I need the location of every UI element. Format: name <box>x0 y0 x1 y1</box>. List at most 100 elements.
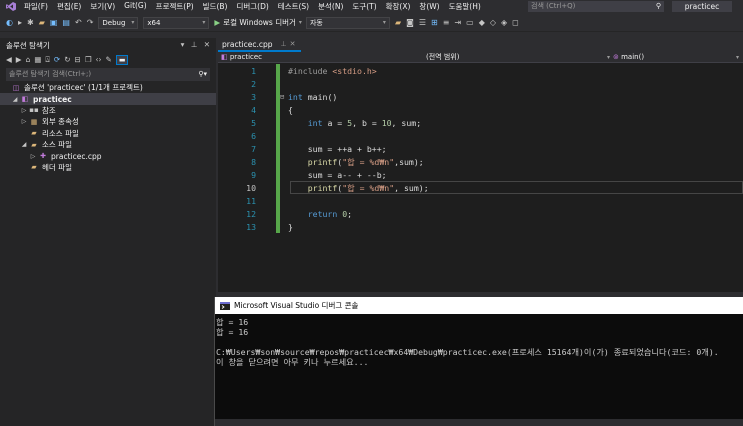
new-item-icon[interactable]: ✱ <box>27 18 34 27</box>
expand-caret-icon[interactable]: ◢ <box>11 96 19 103</box>
folder-icon: ▰ <box>31 129 37 138</box>
tree-item[interactable]: ▰ 리소스 파일 <box>0 128 216 139</box>
solution-explorer-search-input[interactable]: 솔루션 탐색기 검색(Ctrl+;) ⚲▾ <box>6 68 210 81</box>
menu-item-12[interactable]: 도움말(H) <box>449 1 481 12</box>
search-input[interactable]: 검색 (Ctrl+Q) ⚲ <box>528 1 664 12</box>
properties-icon[interactable]: ✎ <box>106 55 112 64</box>
list-icon[interactable]: ☰ <box>419 18 426 27</box>
tree-item[interactable]: ◢ ◧ practicec <box>0 93 216 105</box>
code-line[interactable]: 10 printf("합 = %d₩n", sum); <box>218 181 743 194</box>
tree-item[interactable]: ◢ ▰ 소스 파일 <box>0 139 216 150</box>
code-line[interactable]: 3 ⊟ int main() <box>218 90 743 103</box>
prev-bookmark-icon[interactable]: ◈ <box>501 18 507 27</box>
refresh-icon[interactable]: ↻ <box>64 55 70 64</box>
auto-select[interactable]: 자동 ▾ <box>305 16 390 29</box>
code-line[interactable]: 11 <box>218 194 743 207</box>
pin-icon[interactable]: ⊥ <box>280 40 286 48</box>
code-view-icon[interactable]: ‹› <box>96 55 102 64</box>
switch-views-icon[interactable]: ▦ <box>34 55 41 64</box>
console-bottom-bar <box>215 419 743 426</box>
code-line[interactable]: 8 printf("합 = %d₩n",sum); <box>218 155 743 168</box>
open-folder-icon[interactable]: ▰ <box>39 18 45 27</box>
code-line[interactable]: 13} <box>218 220 743 233</box>
close-icon[interactable]: ✕ <box>290 40 296 48</box>
code-line[interactable]: 4{ <box>218 103 743 116</box>
menu-item-10[interactable]: 확장(X) <box>386 1 411 12</box>
undo-icon[interactable]: ↶ <box>75 18 82 27</box>
tree-item[interactable]: ◫ 솔루션 'practicec' (1/1개 프로젝트) <box>0 82 216 93</box>
preview-selected-icon[interactable]: ▬ <box>115 54 129 65</box>
console-line: 합 = 16 <box>216 327 249 337</box>
menu-item-4[interactable]: 프로젝트(P) <box>156 1 194 12</box>
nav-function-dropdown[interactable]: ⊚ main() ▾ <box>613 52 741 63</box>
clear-bookmark-icon[interactable]: ◻ <box>512 18 519 27</box>
menu-item-7[interactable]: 테스트(S) <box>278 1 309 12</box>
tree-item-label: 소스 파일 <box>42 140 72 150</box>
nav-scope-label: (전역 범위) <box>426 53 460 61</box>
code-line[interactable]: 5 int a = 5, b = 10, sum; <box>218 116 743 129</box>
menu-item-11[interactable]: 창(W) <box>419 1 439 12</box>
collapse-icon[interactable]: ⊟ <box>280 93 288 101</box>
filter-icon[interactable]: ⍍ <box>45 55 50 65</box>
code-line[interactable]: 1 #include <stdio.h> <box>218 64 743 77</box>
expand-caret-icon[interactable]: ▷ <box>29 153 37 160</box>
save-icon[interactable]: ▣ <box>50 18 58 27</box>
screenshot-icon[interactable]: ◙ <box>406 18 414 27</box>
show-all-files-icon[interactable]: ❐ <box>85 55 92 64</box>
redo-icon[interactable]: ↷ <box>87 18 94 27</box>
code-text-area[interactable]: 1 #include <stdio.h> 2 3 ⊟ int main() 4{5 int … <box>218 64 743 298</box>
home-icon[interactable]: ⌂ <box>26 55 31 64</box>
expand-caret-icon[interactable]: ▷ <box>20 107 28 114</box>
nav-scope-dropdown[interactable]: (전역 범위) ▾ <box>426 52 610 63</box>
expand-caret-icon[interactable]: ◢ <box>20 141 28 148</box>
debug-console-window[interactable]: Microsoft Visual Studio 디버그 콘솔 합 = 16 합 =… <box>214 297 743 426</box>
window-position-icon[interactable]: ▾ <box>181 40 185 49</box>
menu-item-1[interactable]: 편집(E) <box>57 1 81 12</box>
menu-item-6[interactable]: 디버그(D) <box>236 1 268 12</box>
close-icon[interactable]: ✕ <box>204 40 210 49</box>
forward-icon[interactable]: ▶ <box>16 55 22 64</box>
expand-caret-icon[interactable]: ▷ <box>20 118 28 125</box>
sync-icon[interactable]: ⟳ <box>54 55 60 64</box>
code-line[interactable]: 6 <box>218 129 743 142</box>
code-line[interactable]: 9 sum = a-- + --b; <box>218 168 743 181</box>
configuration-select[interactable]: Debug ▾ <box>98 16 139 29</box>
project-name-badge[interactable]: practicec <box>672 1 732 12</box>
indent-icon[interactable]: ⇥ <box>454 18 461 27</box>
code-line[interactable]: 12 return 0; <box>218 207 743 220</box>
code-line[interactable]: 7 sum = ++a + b++; <box>218 142 743 155</box>
forward-icon[interactable]: ▸ <box>18 18 22 27</box>
tree-item-label: 솔루션 'practicec' (1/1개 프로젝트) <box>24 83 143 93</box>
bookmark-icon[interactable]: ◆ <box>479 18 485 27</box>
console-titlebar[interactable]: Microsoft Visual Studio 디버그 콘솔 <box>215 297 743 314</box>
comment-icon[interactable]: ▭ <box>466 18 474 27</box>
menu-item-2[interactable]: 보기(V) <box>90 1 115 12</box>
menu-item-9[interactable]: 도구(T) <box>352 1 376 12</box>
chevron-down-icon: ▾ <box>382 18 386 26</box>
menu-item-3[interactable]: Git(G) <box>124 1 147 12</box>
collapse-all-icon[interactable]: ⊟ <box>75 55 81 64</box>
start-debugging-button[interactable]: ▶ 로컬 Windows 디버거 ▾ <box>214 17 302 28</box>
code-line[interactable]: 2 <box>218 77 743 90</box>
tree-item[interactable]: ▷ ▪▪ 참조 <box>0 105 216 116</box>
folder-icon[interactable]: ▰ <box>395 18 401 27</box>
line-number: 7 <box>251 143 256 154</box>
align-icon[interactable]: ≡ <box>443 18 450 27</box>
tree-item[interactable]: ▷ ▦ 외부 종속성 <box>0 116 216 127</box>
tab-practicec-cpp[interactable]: practicec.cpp ⊥ ✕ <box>218 38 302 52</box>
hierarchy-icon[interactable]: ⊞ <box>431 18 438 27</box>
tree-item[interactable]: ▷ ✚ practicec.cpp <box>0 150 216 161</box>
save-all-icon[interactable]: ▤ <box>62 18 70 27</box>
code-text: printf("합 = %d₩n",sum); <box>307 156 424 167</box>
next-bookmark-icon[interactable]: ◇ <box>490 18 496 27</box>
back-icon[interactable]: ◐ <box>6 18 13 27</box>
menu-item-5[interactable]: 빌드(B) <box>203 1 228 12</box>
solution-icon: ◫ <box>12 83 20 92</box>
tree-item[interactable]: ▰ 헤더 파일 <box>0 162 216 173</box>
platform-select[interactable]: x64 ▾ <box>143 16 210 29</box>
back-icon[interactable]: ◀ <box>6 55 12 64</box>
menu-item-0[interactable]: 파일(F) <box>24 1 48 12</box>
nav-project-dropdown[interactable]: ◧ practicec <box>221 52 421 63</box>
menu-item-8[interactable]: 분석(N) <box>318 1 343 12</box>
pin-icon[interactable]: ⊥ <box>191 40 198 49</box>
